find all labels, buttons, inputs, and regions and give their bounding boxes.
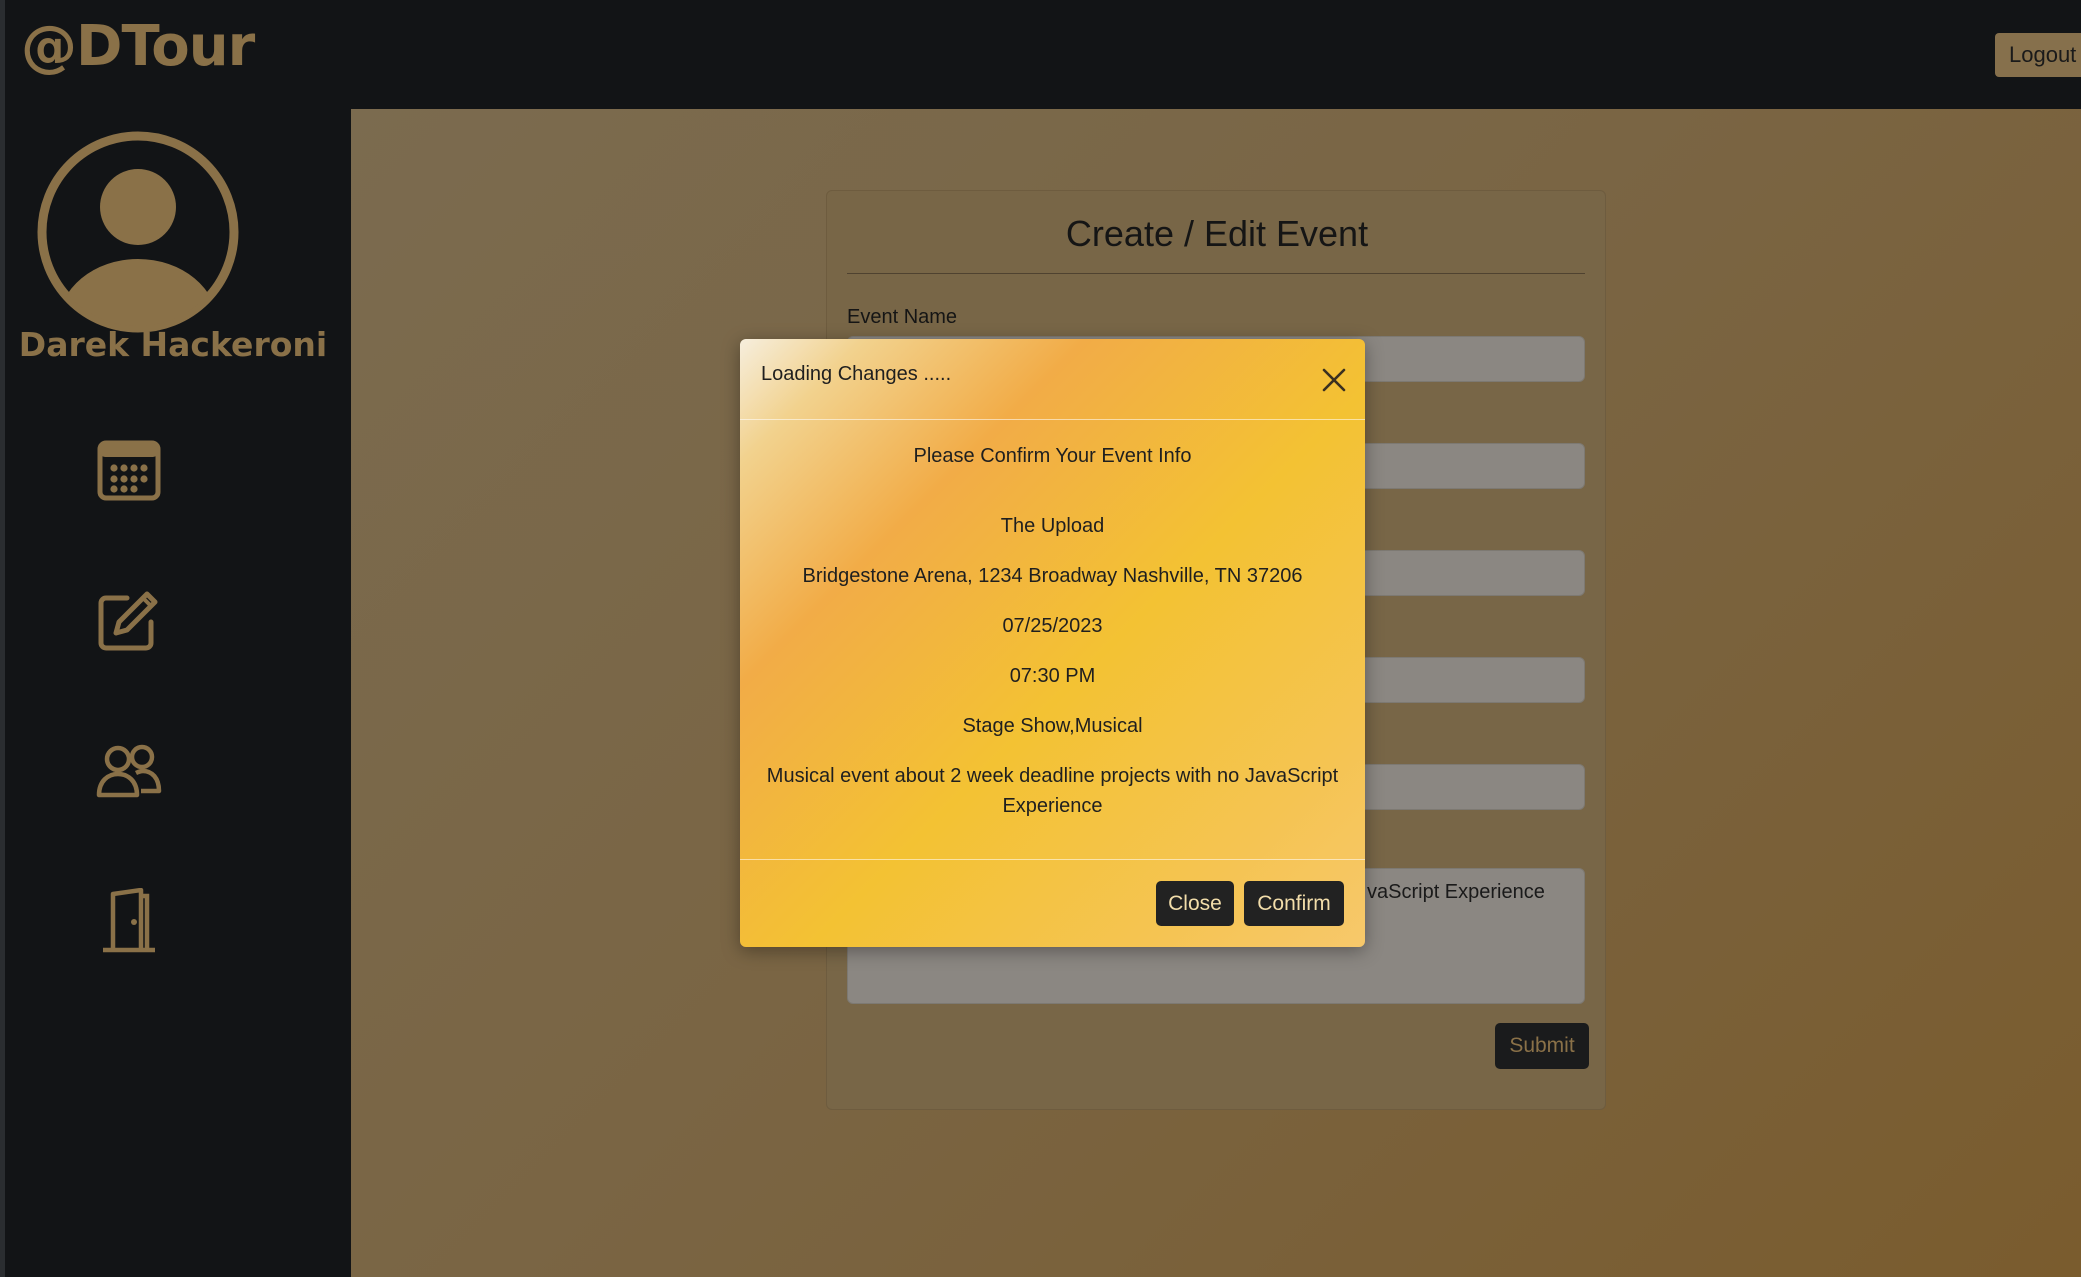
modal-heading: Please Confirm Your Event Info bbox=[913, 445, 1192, 467]
sidebar: Darek Hackeroni bbox=[5, 109, 351, 1277]
submit-button[interactable]: Submit bbox=[1495, 1023, 1589, 1069]
description-text: vaScript Experience bbox=[1367, 881, 1545, 903]
modal-footer-divider bbox=[740, 859, 1365, 860]
users-icon[interactable] bbox=[93, 735, 165, 807]
confirm-modal: Loading Changes ..... Please Confirm You… bbox=[740, 339, 1365, 947]
close-icon[interactable] bbox=[1318, 364, 1350, 396]
modal-header-divider bbox=[740, 419, 1365, 420]
modal-event-name: The Upload bbox=[1000, 515, 1105, 537]
modal-time: 07:30 PM bbox=[1009, 665, 1096, 687]
top-navbar: @DTour Logout bbox=[5, 0, 2081, 109]
close-button[interactable]: Close bbox=[1156, 881, 1234, 926]
confirm-button[interactable]: Confirm bbox=[1244, 881, 1344, 926]
logout-button[interactable]: Logout bbox=[1995, 33, 2081, 77]
modal-title: Loading Changes ..... bbox=[761, 363, 952, 385]
event-name-label: Event Name bbox=[847, 306, 958, 328]
user-name: Darek Hackeroni bbox=[18, 325, 328, 364]
modal-description: Musical event about 2 week deadline proj… bbox=[766, 765, 1339, 817]
modal-date: 07/25/2023 bbox=[1002, 615, 1103, 637]
modal-categories: Stage Show,Musical bbox=[962, 715, 1143, 737]
brand-logo[interactable]: @DTour bbox=[21, 14, 255, 79]
calendar-icon[interactable] bbox=[93, 434, 165, 506]
door-icon[interactable] bbox=[93, 885, 165, 957]
page-title: Create / Edit Event bbox=[1065, 213, 1369, 254]
modal-location: Bridgestone Arena, 1234 Broadway Nashvil… bbox=[802, 565, 1303, 587]
avatar-icon bbox=[35, 129, 241, 335]
title-divider bbox=[847, 273, 1585, 274]
edit-icon[interactable] bbox=[93, 584, 165, 656]
